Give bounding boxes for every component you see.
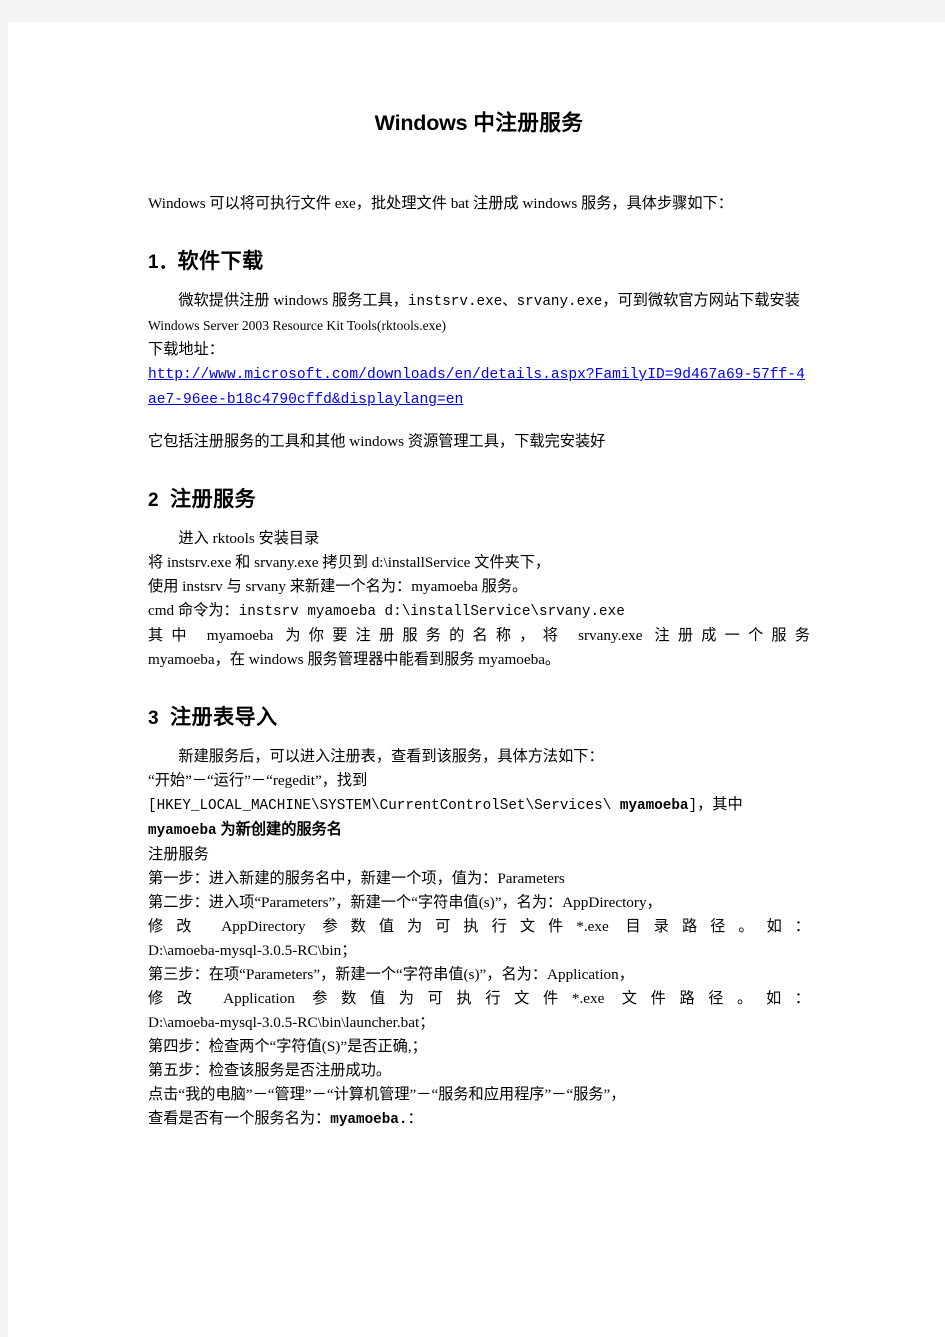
step-3-detail: 修改 Application 参数值为可执行文件*.exe 文件路径。如： (148, 990, 810, 1007)
s1-p1-a: 微软提供注册 windows 服务工具， (178, 292, 408, 309)
step-2: 第二步：进入项“Parameters”，新建一个“字符串值(s)”，名为：App… (148, 894, 662, 911)
verify-path-line: 点击“我的电脑”－“管理”－“计算机管理”－“服务和应用程序”－“服务”， (148, 1086, 626, 1103)
service-name-bold: myamoeba (148, 823, 217, 839)
heading-1-number: 1． (148, 252, 178, 273)
section-2-line-1: 进入 rktools 安装目录 (178, 530, 320, 547)
step-2-detail: 修改 AppDirectory 参数值为可执行文件*.exe 目录路径。如： (148, 918, 810, 935)
verify-label: 查看是否有一个服务名为： (148, 1110, 331, 1127)
section-3-line-4: myamoeba 为新创建的服务名 (148, 818, 810, 843)
heading-1-text: 软件下载 (177, 249, 264, 273)
section-2-line-3: 使用 instsrv 与 srvany 来新建一个名为：myamoeba 服务。 (148, 578, 528, 595)
s2-l4-label: cmd 命令为： (148, 602, 239, 619)
step-2-path: D:\amoeba-mysql-3.0.5-RC\bin； (148, 942, 357, 959)
s1-p1-tools: instsrv.exe、srvany.exe (407, 294, 603, 310)
registry-path-bracket: ] (688, 798, 698, 814)
s1-p1-rktools: Windows Server 2003 Resource Kit Tools(r… (148, 318, 447, 333)
section-3-registry-path: [HKEY_LOCAL_MACHINE\SYSTEM\CurrentContro… (148, 793, 810, 818)
section-3-line-5: 注册服务 (148, 846, 209, 863)
heading-section-1: 1．软件下载 (148, 244, 810, 280)
s2-l4-command: instsrv myamoeba d:\installService\srvan… (238, 604, 625, 620)
s1-p1-b: ，可到微软官方网站下载安装 (602, 292, 804, 309)
heading-3-number: 3 (148, 708, 159, 729)
registry-service-name: myamoeba (619, 798, 689, 814)
step-3-path: D:\amoeba-mysql-3.0.5-RC\bin\launcher.ba… (148, 1014, 435, 1031)
section-3-line-1: 新建服务后，可以进入注册表，查看到该服务，具体方法如下： (178, 748, 604, 765)
step-5: 第五步：检查该服务是否注册成功。 (148, 1062, 391, 1079)
download-url-line: http://www.microsoft.com/downloads/en/de… (148, 362, 810, 412)
step-4: 第四步：检查两个“字符值(S)”是否正确,； (148, 1038, 427, 1055)
verify-service-name: myamoeba. (330, 1112, 408, 1128)
download-url-link[interactable]: http://www.microsoft.com/downloads/en/de… (148, 367, 805, 408)
section-2-line-4: cmd 命令为：instsrv myamoeba d:\installServi… (148, 599, 810, 624)
registry-path-tail: ，其中 (697, 796, 743, 813)
step-3: 第三步：在项“Parameters”，新建一个“字符串值(s)”，名为：Appl… (148, 966, 634, 983)
section-2-line-5: 其中 myamoeba 为你要注册服务的名称，将 srvany.exe 注册成一… (148, 627, 810, 644)
step-1: 第一步：进入新建的服务名中，新建一个项，值为：Parameters (148, 870, 565, 887)
verify-service-line: 查看是否有一个服务名为：myamoeba.： (148, 1107, 810, 1132)
heading-section-2: 2 注册服务 (148, 482, 810, 518)
section-2-line-2: 将 instsrv.exe 和 srvany.exe 拷贝到 d:\instal… (148, 554, 551, 571)
section-3-line-2: “开始”－“运行”－“regedit”，找到 (148, 772, 368, 789)
document-page: Windows 中注册服务 Windows 可以将可执行文件 exe，批处理文件… (8, 22, 945, 1337)
heading-3-text: 注册表导入 (170, 705, 278, 729)
page-title: Windows 中注册服务 (148, 108, 810, 138)
heading-2-text: 注册服务 (170, 487, 257, 511)
service-name-desc: 为新创建的服务名 (216, 821, 342, 838)
intro-paragraph: Windows 可以将可执行文件 exe，批处理文件 bat 注册成 windo… (148, 195, 733, 212)
section-1-paragraph-1: 微软提供注册 windows 服务工具，instsrv.exe、srvany.e… (148, 289, 810, 338)
section-2-line-6: myamoeba，在 windows 服务管理器中能看到服务 myamoeba。 (148, 651, 561, 668)
registry-path-prefix: [HKEY_LOCAL_MACHINE\SYSTEM\CurrentContro… (148, 798, 620, 814)
page-title-latin: Windows (374, 111, 468, 135)
section-1-paragraph-2: 它包括注册服务的工具和其他 windows 资源管理工具，下载完安装好 (148, 433, 606, 450)
document-content: Windows 中注册服务 Windows 可以将可执行文件 exe，批处理文件… (148, 108, 810, 1132)
heading-2-number: 2 (148, 490, 159, 511)
download-address-label: 下载地址： (148, 341, 224, 358)
verify-tail: ： (407, 1110, 423, 1127)
heading-section-3: 3 注册表导入 (148, 700, 810, 736)
page-title-cjk: 中注册服务 (467, 111, 584, 135)
